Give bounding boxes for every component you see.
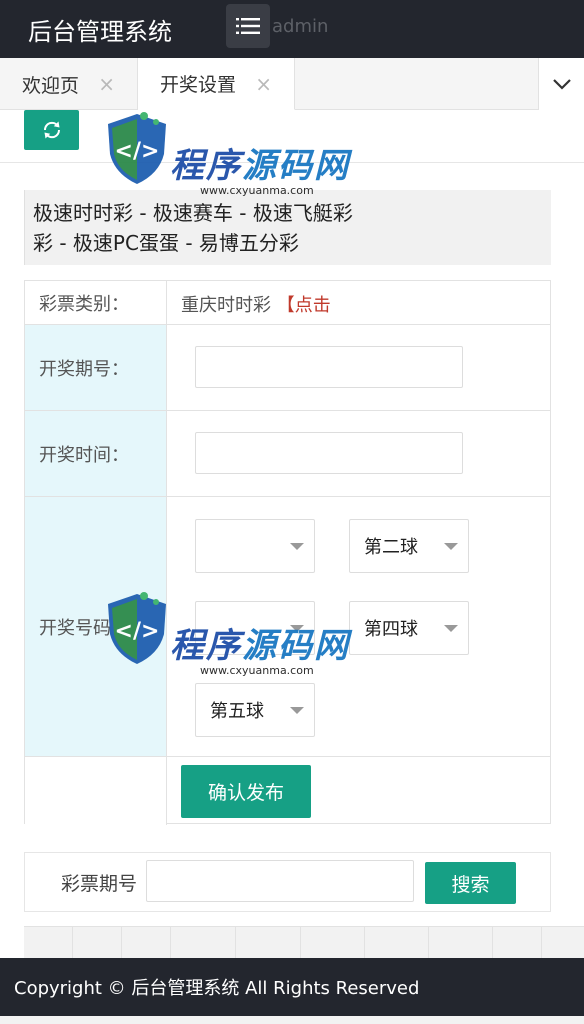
time-label: 开奖时间： [25,411,167,496]
table-col-divider [541,927,542,958]
shield-logo-icon: </> [108,592,166,664]
tab-welcome[interactable]: 欢迎页 × [0,58,138,110]
tab-label: 开奖设置 [160,74,237,96]
tab-label: 欢迎页 [22,74,80,97]
select-value: 第四球 [364,619,418,640]
watermark-url: www.cxyuanma.com [200,664,314,677]
submit-label [25,757,167,825]
select-value: 第五球 [210,701,264,722]
table-col-divider [235,927,236,958]
confirm-publish-button[interactable]: 确认发布 [181,765,311,818]
refresh-button[interactable] [24,110,79,150]
ball2-select[interactable]: 第二球 [349,519,469,573]
table-col-divider [492,927,493,958]
search-label: 彩票期号 [61,873,138,895]
table-header [24,926,584,958]
table-col-divider [364,927,365,958]
period-label: 开奖期号： [25,325,167,410]
footer-copyright: Copyright © 后台管理系统 All Rights Reserved [14,978,420,999]
page-footer: Copyright © 后台管理系统 All Rights Reserved [0,958,584,1016]
top-header: 后台管理系统 admin [0,0,584,58]
table-col-divider [72,927,73,958]
watermark: </> 程序源码网 www.cxyuanma.com [104,110,364,210]
period-search-input[interactable] [146,860,414,902]
tab-lottery-settings[interactable]: 开奖设置 × [138,58,295,110]
time-input[interactable] [195,432,463,474]
ball4-select[interactable]: 第四球 [349,601,469,655]
lottery-types-line[interactable]: 彩 - 极速PC蛋蛋 - 易博五分彩 [33,228,543,258]
ball1-select[interactable] [195,519,315,573]
close-icon[interactable]: × [255,72,272,96]
menu-toggle-button[interactable] [226,4,270,48]
category-label: 彩票类别： [25,281,167,324]
tab-dropdown-button[interactable] [538,58,584,110]
refresh-icon [43,121,60,139]
form-row-time: 开奖时间： [25,411,550,497]
user-name[interactable]: admin [272,16,328,37]
svg-text:</>: </> [115,139,160,164]
table-col-divider [428,927,429,958]
watermark: </> 程序源码网 www.cxyuanma.com [104,590,364,690]
close-icon[interactable]: × [98,72,115,96]
ball5-select[interactable]: 第五球 [195,683,315,737]
watermark-title: 程序源码网 [170,626,350,666]
period-input[interactable] [195,346,463,388]
bottom-strip [0,1016,584,1024]
svg-text:</>: </> [115,619,160,644]
main-content: 极速时时彩 - 极速赛车 - 极速飞艇彩 彩 - 极速PC蛋蛋 - 易博五分彩 … [0,110,584,958]
select-value: 第二球 [364,537,418,558]
table-col-divider [300,927,301,958]
search-bar: 彩票期号 搜索 [24,852,551,912]
category-value: 重庆时时彩 【点击 [181,291,331,317]
table-col-divider [121,927,122,958]
chevron-down-icon [552,79,571,90]
tab-bar: 欢迎页 × 开奖设置 × [0,58,584,110]
list-icon [236,18,260,34]
watermark-url: www.cxyuanma.com [200,184,314,197]
app-logo: 后台管理系统 [28,18,172,46]
draw-form: 彩票类别： 重庆时时彩 【点击 开奖期号： 开奖时间： 开奖号码 第二球 第四球 [24,280,551,825]
shield-logo-icon: </> [108,112,166,184]
category-switch-link[interactable]: 【点击 [277,295,331,316]
form-row-category: 彩票类别： 重庆时时彩 【点击 [25,281,550,325]
search-button[interactable]: 搜索 [425,862,516,904]
form-row-submit: 确认发布 [25,757,550,825]
table-col-divider [170,927,171,958]
watermark-title: 程序源码网 [170,146,350,186]
form-row-period: 开奖期号： [25,325,550,411]
category-name: 重庆时时彩 [181,295,271,316]
